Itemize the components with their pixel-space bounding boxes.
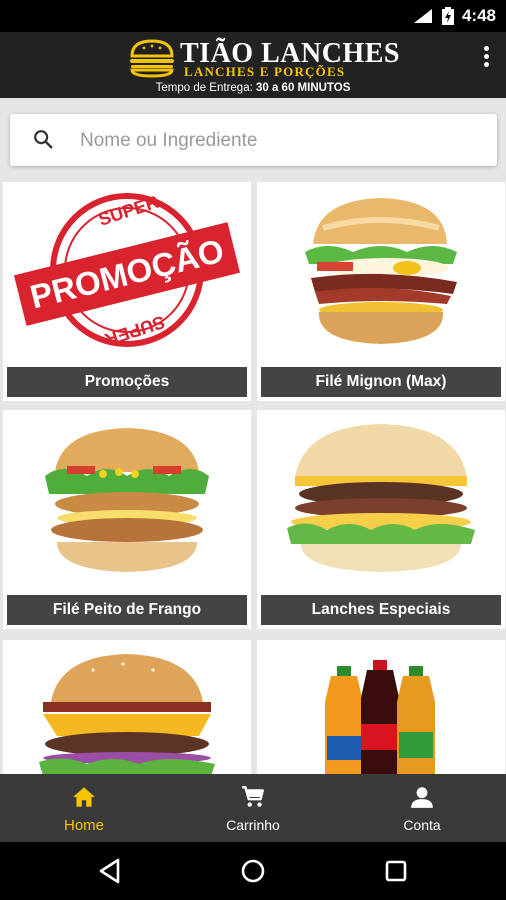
- category-label: Filé Peito de Frango: [7, 595, 247, 625]
- category-label: Promoções: [7, 367, 247, 397]
- delivery-value: 30 a 60 MINUTOS: [255, 82, 351, 94]
- back-icon[interactable]: [96, 856, 126, 886]
- nav-home-label: Home: [63, 817, 104, 834]
- soft-drinks-image: [325, 660, 435, 774]
- clock: 4:48: [461, 6, 496, 25]
- account-icon: [411, 787, 433, 808]
- category-label: Lanches Especiais: [261, 595, 501, 625]
- category-card-lanches-especiais[interactable]: Lanches Especiais: [257, 410, 505, 629]
- category-label: Filé Mignon (Max): [261, 367, 501, 397]
- category-grid: SUPER SUPER PROMOÇÃO Promoções Filé Mign…: [0, 180, 506, 774]
- brand-logo: TIÃO LANCHES LANCHES E PORÇÕES: [128, 38, 399, 79]
- nav-home[interactable]: Home: [0, 774, 168, 842]
- nav-cart[interactable]: Carrinho: [169, 774, 337, 842]
- category-card-6[interactable]: [257, 640, 505, 774]
- bottom-navigation: Home Carrinho Conta: [0, 774, 506, 842]
- nav-account[interactable]: Conta: [338, 774, 506, 842]
- cheese-bacon-burger-image: [39, 654, 215, 774]
- status-bar: 4:48: [0, 0, 506, 32]
- category-card-file-mignon[interactable]: Filé Mignon (Max): [257, 182, 505, 401]
- app-header: TIÃO LANCHES LANCHES E PORÇÕES Tempo de …: [0, 32, 506, 98]
- file-mignon-burger-image: [305, 198, 457, 344]
- special-burger-image: [287, 424, 475, 572]
- battery-icon: [441, 7, 454, 25]
- burger-logo-icon: [130, 39, 174, 78]
- overflow-menu-icon[interactable]: [482, 46, 490, 70]
- system-navigation-bar: [0, 842, 506, 900]
- home-circle-icon[interactable]: [238, 856, 268, 886]
- home-icon: [73, 787, 95, 807]
- signal-icon: [413, 9, 432, 23]
- brand-tagline: LANCHES E PORÇÕES: [184, 64, 346, 79]
- category-card-file-peito-de-frango[interactable]: Filé Peito de Frango: [3, 410, 251, 629]
- search-icon[interactable]: [32, 128, 54, 150]
- cart-icon: [242, 786, 264, 807]
- chicken-burger-image: [45, 428, 209, 572]
- nav-cart-label: Carrinho: [226, 817, 280, 833]
- delivery-time: Tempo de Entrega: 30 a 60 MINUTOS: [0, 82, 506, 94]
- category-card-promocoes[interactable]: SUPER SUPER PROMOÇÃO Promoções: [3, 182, 251, 401]
- nav-account-label: Conta: [403, 817, 441, 833]
- search-input[interactable]: [78, 122, 482, 160]
- delivery-label: Tempo de Entrega:: [155, 82, 253, 94]
- promo-stamp-image: SUPER SUPER PROMOÇÃO: [13, 192, 241, 350]
- category-card-5[interactable]: [3, 640, 251, 774]
- search-bar: [10, 114, 497, 166]
- recents-icon[interactable]: [381, 856, 411, 886]
